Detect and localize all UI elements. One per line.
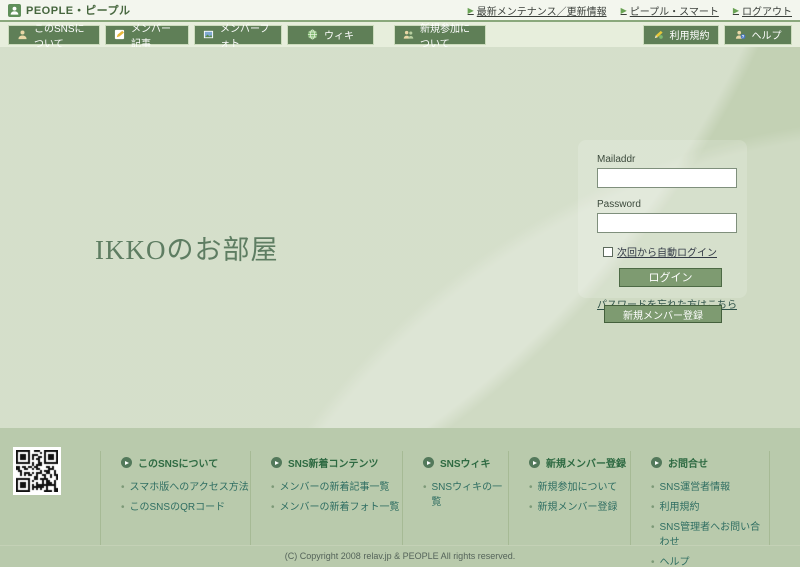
login-button[interactable]: ログイン bbox=[619, 268, 722, 287]
main-nav: このSNSについて メンバー記事 メンバーフォト ウィキ 新規参加について 利用… bbox=[0, 22, 800, 50]
register-member-button[interactable]: 新規メンバー登録 bbox=[604, 305, 722, 323]
footer-column-new-content: SNS新着コンテンツ メンバーの新着記事一覧 メンバーの新着フォト一覧 bbox=[250, 451, 402, 545]
nav-right-group: 利用規約 ? ヘルプ bbox=[643, 24, 792, 45]
mailaddr-input[interactable] bbox=[597, 168, 737, 188]
site-title: PEOPLE・ピープル bbox=[26, 5, 131, 17]
footer-heading-new-content[interactable]: SNS新着コンテンツ bbox=[271, 455, 402, 470]
footer-heading-wiki[interactable]: SNSウィキ bbox=[423, 455, 508, 470]
password-label: Password bbox=[597, 199, 641, 210]
nav-button-wiki[interactable]: ウィキ bbox=[287, 24, 374, 45]
footer-column-about-sns: このSNSについて スマホ版へのアクセス方法 このSNSのQRコード bbox=[100, 451, 250, 545]
footer-column-register: 新規メンバー登録 新規参加について 新規メンバー登録 bbox=[508, 451, 630, 545]
nav-button-member-photos[interactable]: メンバーフォト bbox=[194, 24, 282, 50]
auto-login-label[interactable]: 次回から自動ログイン bbox=[617, 244, 717, 259]
footer-heading-register[interactable]: 新規メンバー登録 bbox=[529, 455, 630, 470]
footer-link-new-articles[interactable]: メンバーの新着記事一覧 bbox=[271, 478, 402, 493]
nav-button-member-articles[interactable]: メンバー記事 bbox=[105, 24, 189, 50]
footer-column-wiki: SNSウィキ SNSウィキの一覧 bbox=[402, 451, 508, 545]
nav-button-about-sns[interactable]: このSNSについて bbox=[8, 24, 100, 50]
utility-links: ▶ 最新メンテナンス／更新情報 ▶ ピープル・スマート ▶ ログアウト bbox=[468, 3, 792, 18]
play-icon bbox=[121, 457, 132, 468]
people-logo-icon bbox=[8, 3, 21, 17]
auto-login-row: 次回から自動ログイン bbox=[603, 244, 747, 259]
main-area: IKKOのお部屋 Mailaddr Password 次回から自動ログイン ログ… bbox=[0, 47, 800, 428]
footer-columns: このSNSについて スマホ版へのアクセス方法 このSNSのQRコード SNS新着… bbox=[100, 451, 770, 567]
article-icon bbox=[114, 29, 125, 40]
group-icon bbox=[403, 30, 414, 39]
footer-heading-contact[interactable]: お問合せ bbox=[651, 455, 769, 470]
footer-column-contact: お問合せ SNS運営者情報 利用規約 SNS管理者へお問い合わせ ヘルプ bbox=[630, 451, 770, 567]
footer-link-terms[interactable]: 利用規約 bbox=[651, 498, 769, 513]
play-icon bbox=[423, 457, 434, 468]
footer-link-operator-info[interactable]: SNS運営者情報 bbox=[651, 478, 769, 493]
link-people-smart[interactable]: ▶ ピープル・スマート bbox=[621, 3, 719, 18]
footer-link-wiki-list[interactable]: SNSウィキの一覧 bbox=[423, 478, 508, 508]
footer-link-about-joining[interactable]: 新規参加について bbox=[529, 478, 630, 493]
arrow-icon: ▶ bbox=[467, 5, 474, 15]
svg-text:?: ? bbox=[741, 34, 744, 39]
mailaddr-label: Mailaddr bbox=[597, 154, 636, 165]
copyright-text: (C) Copyright 2008 relav.jp & PEOPLE All… bbox=[0, 545, 800, 567]
globe-icon bbox=[307, 29, 318, 40]
nav-button-help[interactable]: ? ヘルプ bbox=[724, 24, 792, 45]
arrow-icon: ▶ bbox=[620, 5, 627, 15]
login-panel: Mailaddr Password 次回から自動ログイン ログイン パスワードを… bbox=[578, 140, 747, 311]
play-icon bbox=[529, 457, 540, 468]
footer-link-smartphone-access[interactable]: スマホ版へのアクセス方法 bbox=[121, 478, 250, 493]
footer-link-register-member[interactable]: 新規メンバー登録 bbox=[529, 498, 630, 513]
person-icon bbox=[18, 30, 27, 40]
site-logo: PEOPLE・ピープル bbox=[8, 2, 130, 18]
footer-link-contact-admin[interactable]: SNS管理者へお問い合わせ bbox=[651, 518, 769, 548]
password-input[interactable] bbox=[597, 213, 737, 233]
link-maintenance-info[interactable]: ▶ 最新メンテナンス／更新情報 bbox=[468, 3, 607, 18]
auto-login-checkbox[interactable] bbox=[603, 246, 613, 257]
photo-icon bbox=[203, 30, 214, 39]
nav-button-about-joining[interactable]: 新規参加について bbox=[394, 24, 486, 50]
help-icon: ? bbox=[735, 30, 745, 39]
qr-code-image bbox=[13, 447, 61, 495]
play-icon bbox=[651, 457, 662, 468]
nav-button-terms[interactable]: 利用規約 bbox=[643, 24, 719, 45]
pencil-icon bbox=[654, 30, 663, 39]
top-bar: PEOPLE・ピープル ▶ 最新メンテナンス／更新情報 ▶ ピープル・スマート ▶ ロ… bbox=[0, 0, 800, 22]
nav-left-group: このSNSについて メンバー記事 メンバーフォト ウィキ 新規参加について bbox=[8, 24, 491, 50]
link-logout[interactable]: ▶ ログアウト bbox=[733, 3, 792, 18]
footer: このSNSについて スマホ版へのアクセス方法 このSNSのQRコード SNS新着… bbox=[0, 428, 800, 567]
footer-link-sns-qr-code[interactable]: このSNSのQRコード bbox=[121, 498, 250, 513]
play-icon bbox=[271, 457, 282, 468]
footer-heading-about-sns[interactable]: このSNSについて bbox=[121, 455, 250, 470]
room-title: IKKOのお部屋 bbox=[95, 235, 279, 265]
footer-link-new-photos[interactable]: メンバーの新着フォト一覧 bbox=[271, 498, 402, 513]
arrow-icon: ▶ bbox=[732, 5, 739, 15]
